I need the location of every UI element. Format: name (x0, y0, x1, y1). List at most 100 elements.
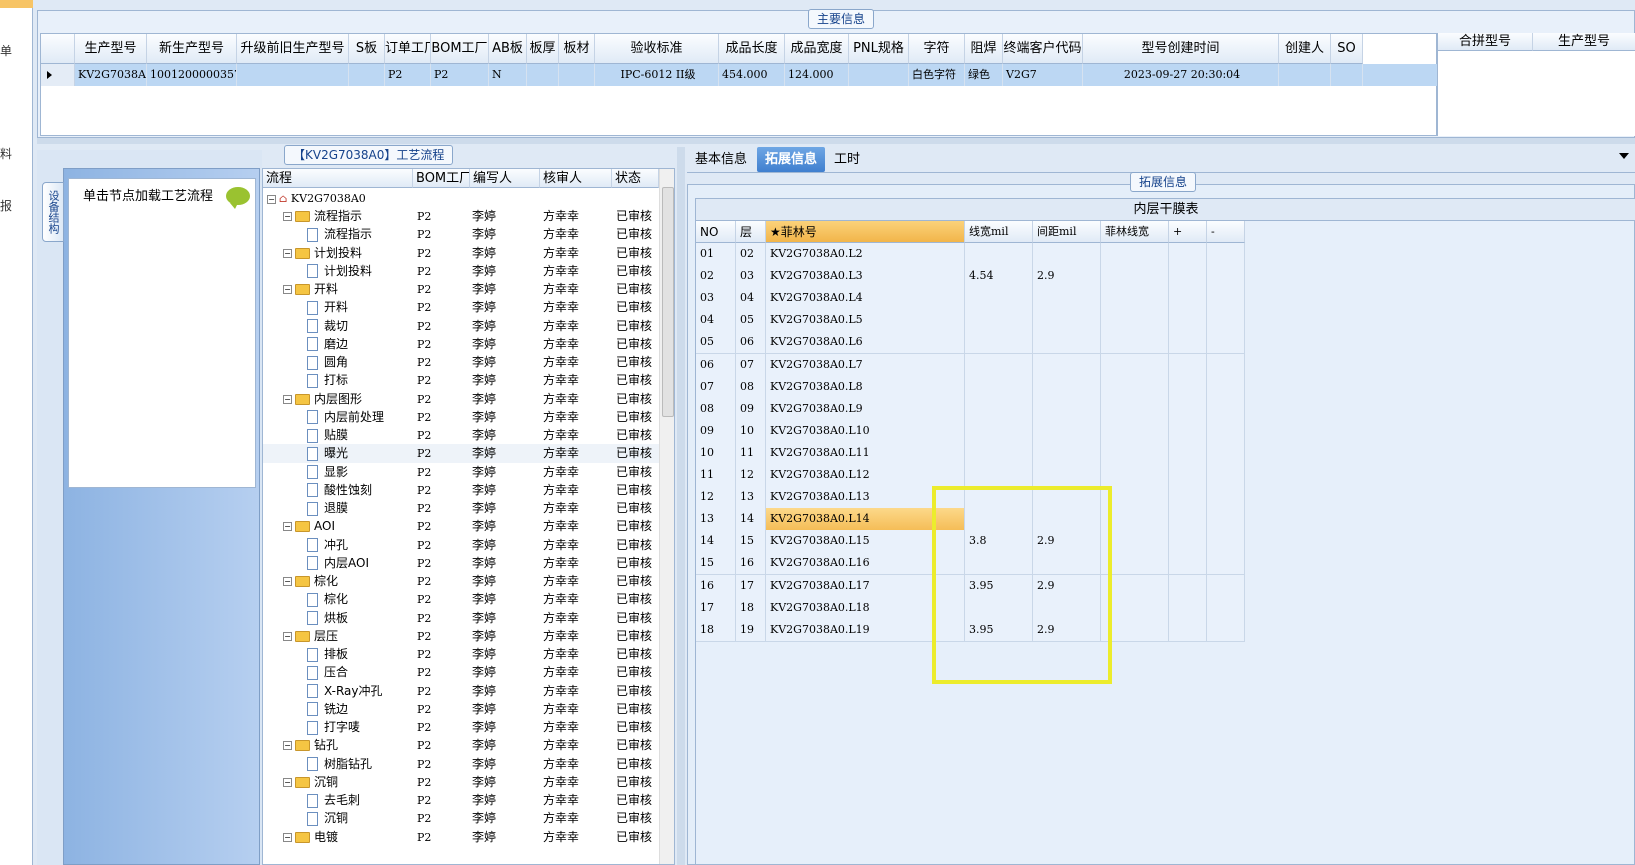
film-cell[interactable] (1169, 265, 1207, 289)
tree-row[interactable]: − 棕化 P2 李婷 方幸幸 已审核 (263, 572, 659, 591)
film-cell[interactable] (1033, 464, 1101, 487)
table-cell[interactable]: 2023-09-27 20:30:04 (1083, 64, 1279, 86)
film-cell[interactable] (1169, 243, 1207, 266)
film-cell[interactable] (965, 441, 1033, 465)
film-cell[interactable] (1101, 441, 1169, 465)
film-cell[interactable]: KV2G7038A0.L2 (766, 243, 965, 266)
collapse-icon[interactable]: − (283, 832, 292, 842)
tree-row[interactable]: 裁切 P2 李婷 方幸幸 已审核 (263, 317, 659, 336)
column-header[interactable]: 新生产型号 (147, 34, 237, 64)
column-header[interactable]: 阻焊 (965, 34, 1003, 64)
film-cell[interactable]: 06 (736, 331, 766, 355)
film-cell[interactable]: 18 (696, 618, 736, 642)
film-cell[interactable]: 3.8 (965, 530, 1033, 554)
tab-extended-info[interactable]: 拓展信息 (757, 147, 826, 172)
inner-dryfilm-table[interactable]: 内层干膜表 NO 层 ★菲林号 线宽mil 间距mil 菲林线宽 + -01 02 KV2G703… (695, 198, 1635, 865)
film-cell[interactable]: 07 (736, 353, 766, 377)
film-cell[interactable] (1207, 530, 1245, 554)
film-cell[interactable] (1169, 353, 1207, 377)
film-cell[interactable] (965, 464, 1033, 487)
film-cell[interactable]: 05 (696, 331, 736, 355)
tree-row[interactable]: 退膜 P2 李婷 方幸幸 已审核 (263, 499, 659, 518)
film-column-header[interactable]: 层 (736, 221, 766, 243)
column-header[interactable]: 合拼型号 (1438, 33, 1533, 51)
tree-row[interactable]: 曝光 P2 李婷 方幸幸 已审核 (263, 444, 659, 464)
column-header[interactable]: 成品长度 (719, 34, 785, 64)
table-cell[interactable]: P2 (385, 64, 431, 86)
film-cell[interactable] (965, 309, 1033, 333)
film-cell[interactable] (965, 552, 1033, 576)
tree-row[interactable]: 打标 P2 李婷 方幸幸 已审核 (263, 371, 659, 390)
table-cell[interactable]: 绿色 (965, 64, 1003, 86)
film-cell[interactable]: 05 (736, 309, 766, 333)
film-cell[interactable] (1207, 287, 1245, 311)
tree-root[interactable]: − ⌂ KV2G7038A0 (263, 189, 659, 208)
film-cell[interactable]: KV2G7038A0.L17 (766, 574, 965, 598)
film-column-header[interactable]: + (1169, 221, 1207, 243)
table-cell[interactable] (237, 64, 349, 86)
film-cell[interactable] (1101, 265, 1169, 289)
film-cell[interactable]: 04 (696, 309, 736, 333)
tree-column-header[interactable]: BOM工厂 (413, 169, 470, 188)
film-cell[interactable]: 14 (736, 508, 766, 532)
film-cell[interactable] (965, 331, 1033, 355)
chevron-down-icon[interactable] (1619, 153, 1629, 159)
film-cell[interactable] (1101, 331, 1169, 355)
film-cell[interactable]: KV2G7038A0.L18 (766, 596, 965, 620)
table-cell[interactable] (559, 64, 595, 86)
film-cell[interactable] (1169, 552, 1207, 576)
tree-row[interactable]: 棕化 P2 李婷 方幸幸 已审核 (263, 590, 659, 609)
film-cell[interactable]: KV2G7038A0.L9 (766, 397, 965, 421)
film-cell[interactable]: KV2G7038A0.L5 (766, 309, 965, 333)
tree-row[interactable]: 打字唛 P2 李婷 方幸幸 已审核 (263, 718, 659, 737)
film-cell[interactable] (1033, 287, 1101, 311)
table-cell[interactable]: IPC-6012 II级 (595, 64, 719, 86)
film-cell[interactable]: 16 (736, 552, 766, 576)
film-cell[interactable] (1169, 441, 1207, 465)
film-cell[interactable] (1207, 508, 1245, 532)
table-cell[interactable] (349, 64, 385, 86)
film-cell[interactable]: 3.95 (965, 574, 1033, 598)
column-header[interactable]: BOM工厂 (431, 34, 489, 64)
film-cell[interactable] (1101, 464, 1169, 487)
film-cell[interactable]: 09 (736, 397, 766, 421)
tree-row[interactable]: 计划投料 P2 李婷 方幸幸 已审核 (263, 262, 659, 281)
film-cell[interactable]: KV2G7038A0.L13 (766, 486, 965, 510)
film-cell[interactable]: KV2G7038A0.L8 (766, 375, 965, 399)
table-cell[interactable] (1331, 64, 1363, 86)
film-cell[interactable] (1169, 486, 1207, 510)
collapse-icon[interactable]: − (283, 212, 292, 221)
film-cell[interactable] (1207, 331, 1245, 355)
tree-scrollbar[interactable] (659, 169, 674, 864)
film-cell[interactable] (1169, 464, 1207, 487)
film-cell[interactable]: 12 (696, 486, 736, 510)
film-cell[interactable] (1033, 508, 1101, 532)
film-cell[interactable]: 08 (736, 375, 766, 399)
tree-row[interactable]: 冲孔 P2 李婷 方幸幸 已审核 (263, 536, 659, 555)
film-cell[interactable]: 4.54 (965, 265, 1033, 289)
film-cell[interactable] (1207, 486, 1245, 510)
film-cell[interactable] (965, 353, 1033, 377)
tree-row[interactable]: 磨边 P2 李婷 方幸幸 已审核 (263, 335, 659, 354)
film-cell[interactable] (1207, 265, 1245, 289)
film-cell[interactable]: KV2G7038A0.L19 (766, 618, 965, 642)
tree-row[interactable]: 烘板 P2 李婷 方幸幸 已审核 (263, 609, 659, 628)
collapse-icon[interactable]: − (283, 285, 292, 294)
film-cell[interactable] (1033, 552, 1101, 576)
collapse-icon[interactable]: − (283, 522, 292, 532)
film-column-header[interactable]: 线宽mil (965, 221, 1033, 243)
film-cell[interactable] (1169, 375, 1207, 399)
film-cell[interactable]: 14 (696, 530, 736, 554)
film-cell[interactable] (1101, 309, 1169, 333)
tree-row[interactable]: 沉铜 P2 李婷 方幸幸 已审核 (263, 809, 659, 828)
film-cell[interactable] (1207, 397, 1245, 421)
load-flow-box[interactable]: 单击节点加载工艺流程 (68, 178, 256, 488)
tree-row[interactable]: 树脂钻孔 P2 李婷 方幸幸 已审核 (263, 755, 659, 774)
film-cell[interactable] (1101, 508, 1169, 532)
process-flow-tree[interactable]: 流程 BOM工厂 编写人 核审人 状态 − ⌂ KV2G7038A0− 流程指示 P2 李婷 方幸幸… (262, 168, 675, 865)
film-cell[interactable] (1169, 574, 1207, 598)
tab-device-structure[interactable]: 设备结构 (42, 182, 64, 242)
film-cell[interactable] (1033, 596, 1101, 620)
film-cell[interactable] (1101, 353, 1169, 377)
tree-row[interactable]: 酸性蚀刻 P2 李婷 方幸幸 已审核 (263, 481, 659, 500)
